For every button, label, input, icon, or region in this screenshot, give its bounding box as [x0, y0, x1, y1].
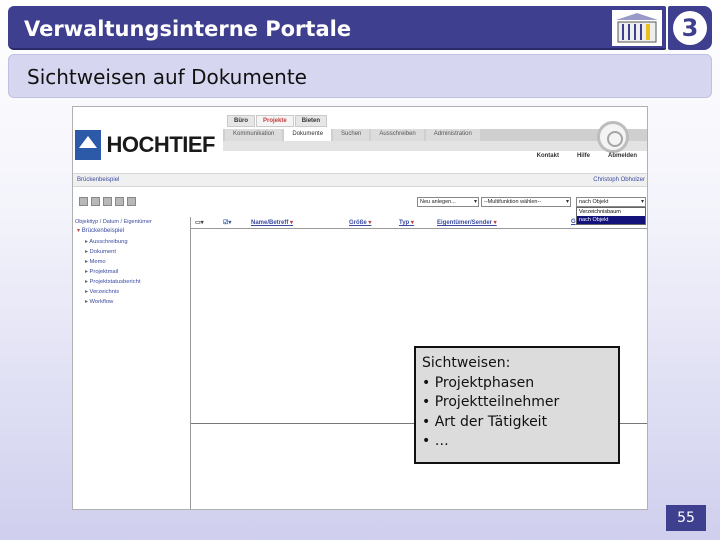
breadcrumb-bar: Brückenbeispiel Christoph Obholzer — [73, 173, 647, 187]
subtab-dokumente[interactable]: Dokumente — [284, 129, 332, 141]
tree-item[interactable]: Dokument — [85, 249, 140, 259]
multifunction-select[interactable]: --Multifunktion wählen-- — [481, 197, 571, 207]
paste-icon[interactable] — [115, 197, 124, 206]
grid-header: ▭▾ ☑▾ Name/Betreff Größe Typ Eigentümer/… — [191, 217, 647, 229]
building-logo-icon — [612, 10, 662, 46]
settings-icon[interactable] — [127, 197, 136, 206]
tree-items: Ausschreibung Dokument Memo Projektmail … — [85, 239, 140, 309]
user-name: Christoph Obholzer — [593, 177, 645, 183]
tree-item[interactable]: Workflow — [85, 299, 140, 309]
new-folder-icon[interactable] — [79, 197, 88, 206]
circle-logo-icon — [597, 121, 629, 153]
new-select[interactable]: Neu anlegen... — [417, 197, 479, 207]
breadcrumb[interactable]: Brückenbeispiel — [77, 177, 119, 183]
tree-panel: Objekttyp / Datum / Eigentümer Brückenbe… — [73, 217, 191, 509]
link-abmelden[interactable]: Abmelden — [608, 153, 637, 159]
column-name[interactable]: Name/Betreff — [251, 219, 293, 226]
doc-type-icon[interactable]: ▭▾ — [195, 219, 204, 226]
checkbox-icon[interactable]: ☑▾ — [223, 219, 231, 226]
column-g[interactable]: G — [571, 219, 576, 225]
column-type[interactable]: Typ — [399, 219, 414, 226]
sub-tabs: Kommunikation Dokumente Suchen Ausschrei… — [223, 129, 647, 141]
view-select[interactable]: nach Objekt — [576, 197, 646, 207]
link-kontakt[interactable]: Kontakt — [537, 153, 559, 159]
copy-icon[interactable] — [91, 197, 100, 206]
subtab-administration[interactable]: Administration — [425, 129, 480, 141]
top-tabs: Büro Projekte Bieten — [227, 115, 328, 127]
tab-bieten[interactable]: Bieten — [294, 115, 328, 127]
tree-header[interactable]: Objekttyp / Datum / Eigentümer — [75, 219, 152, 225]
tab-buero[interactable]: Büro — [227, 115, 255, 127]
tree-item[interactable]: Memo — [85, 259, 140, 269]
link-hilfe[interactable]: Hilfe — [577, 153, 590, 159]
nav-band — [223, 141, 647, 151]
callout-item: Projektphasen — [422, 374, 612, 394]
hochtief-logo: HOCHTIEF — [75, 127, 216, 163]
subtab-kommunikation[interactable]: Kommunikation — [225, 129, 283, 141]
subtab-ausschreiben[interactable]: Ausschreiben — [371, 129, 424, 141]
view-option[interactable]: Verzeichnisbaum — [577, 208, 645, 216]
tree-item[interactable]: Projektstatusbericht — [85, 279, 141, 289]
views-callout: Sichtweisen: Projektphasen Projektteilne… — [414, 346, 620, 464]
logo-number: 3 — [673, 11, 707, 45]
tree-root[interactable]: Brückenbeispiel — [77, 227, 124, 234]
cut-icon[interactable] — [103, 197, 112, 206]
logo-three-badge: 3 — [668, 6, 712, 50]
slide-title: Verwaltungsinterne Portale — [24, 17, 352, 41]
column-owner[interactable]: Eigentümer/Sender — [437, 219, 497, 226]
callout-heading: Sichtweisen: — [422, 355, 511, 371]
column-size[interactable]: Größe — [349, 219, 371, 226]
hochtief-mark-icon — [75, 130, 101, 160]
tab-projekte[interactable]: Projekte — [256, 115, 294, 127]
subtab-suchen[interactable]: Suchen — [333, 129, 370, 141]
toolbar — [79, 197, 136, 206]
page-number: 55 — [666, 505, 706, 531]
callout-item: Projektteilnehmer — [422, 393, 612, 413]
tree-item[interactable]: Verzeichnis — [85, 289, 140, 299]
slide-subtitle: Sichtweisen auf Dokumente — [27, 65, 307, 89]
top-links: Kontakt Hilfe Abmelden — [537, 153, 637, 159]
callout-list: Projektphasen Projektteilnehmer Art der … — [422, 374, 612, 452]
hochtief-logo-text: HOCHTIEF — [106, 132, 216, 157]
slide-title-bar: Verwaltungsinterne Portale — [8, 6, 666, 50]
tree-item[interactable]: Projektmail — [85, 269, 140, 279]
slide-subtitle-bar: Sichtweisen auf Dokumente — [8, 54, 712, 98]
tree-item[interactable]: Ausschreibung — [85, 239, 140, 249]
callout-item: … — [422, 432, 612, 452]
callout-item: Art der Tätigkeit — [422, 413, 612, 433]
